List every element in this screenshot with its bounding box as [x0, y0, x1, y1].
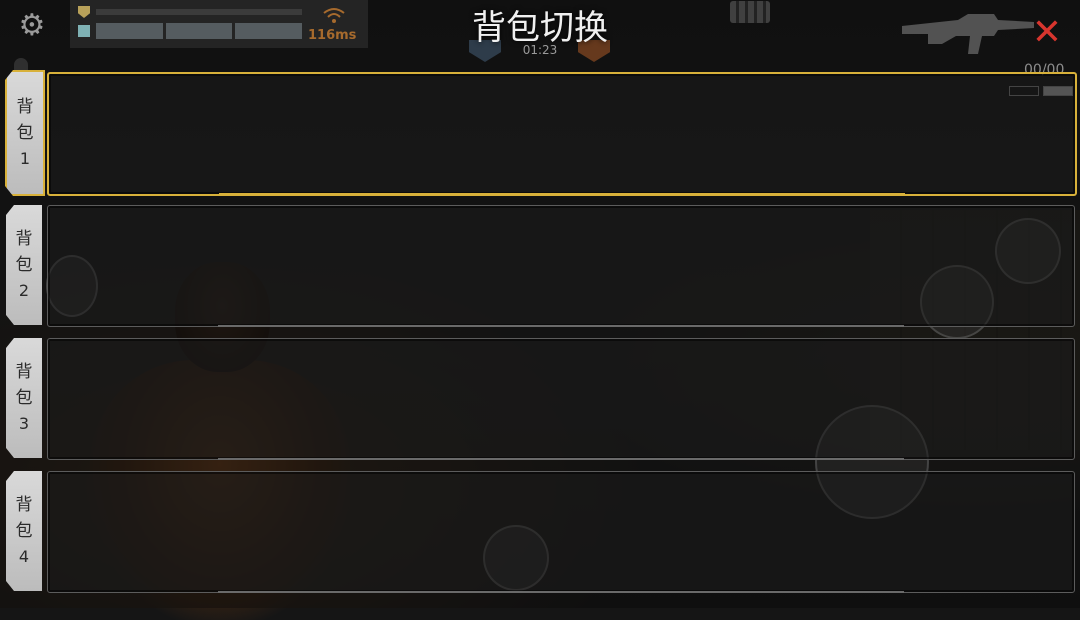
- backpack-tab-4[interactable]: 背 包 4: [6, 471, 42, 591]
- backpack-panel-3[interactable]: [47, 338, 1075, 460]
- backpack-slot-2[interactable]: 背 包 2: [0, 201, 1080, 329]
- tab-label: 包: [15, 521, 33, 541]
- backpack-tab-3[interactable]: 背 包 3: [6, 338, 42, 458]
- tab-label: 包: [15, 255, 33, 275]
- top-hud: ⚙ 116ms 背包切换 01:23 ✕ 00/00: [0, 0, 1080, 96]
- backpack-panel-1[interactable]: [47, 72, 1077, 196]
- tab-label: 包: [15, 388, 33, 408]
- tab-label: 背: [15, 495, 33, 515]
- tab-label: 背: [15, 362, 33, 382]
- backpack-tab-1[interactable]: 背 包 1: [5, 70, 45, 196]
- tab-label: 背: [16, 97, 34, 117]
- backpack-slot-4[interactable]: 背 包 4: [0, 467, 1080, 595]
- backpack-slot-3[interactable]: 背 包 3: [0, 334, 1080, 462]
- backpack-panel-4[interactable]: [47, 471, 1075, 593]
- tab-number: 2: [18, 281, 30, 300]
- backpack-slot-1[interactable]: 背 包 1: [0, 68, 1080, 196]
- tab-label: 包: [16, 123, 34, 143]
- tab-number: 1: [19, 149, 31, 168]
- close-icon[interactable]: ✕: [1030, 15, 1064, 51]
- keyboard-icon[interactable]: [730, 1, 770, 23]
- tab-label: 背: [15, 229, 33, 249]
- tab-number: 3: [18, 414, 30, 433]
- rifle-icon: [902, 14, 1034, 54]
- tab-number: 4: [18, 547, 30, 566]
- backpack-panel-2[interactable]: [47, 205, 1075, 327]
- backpack-tab-2[interactable]: 背 包 2: [6, 205, 42, 325]
